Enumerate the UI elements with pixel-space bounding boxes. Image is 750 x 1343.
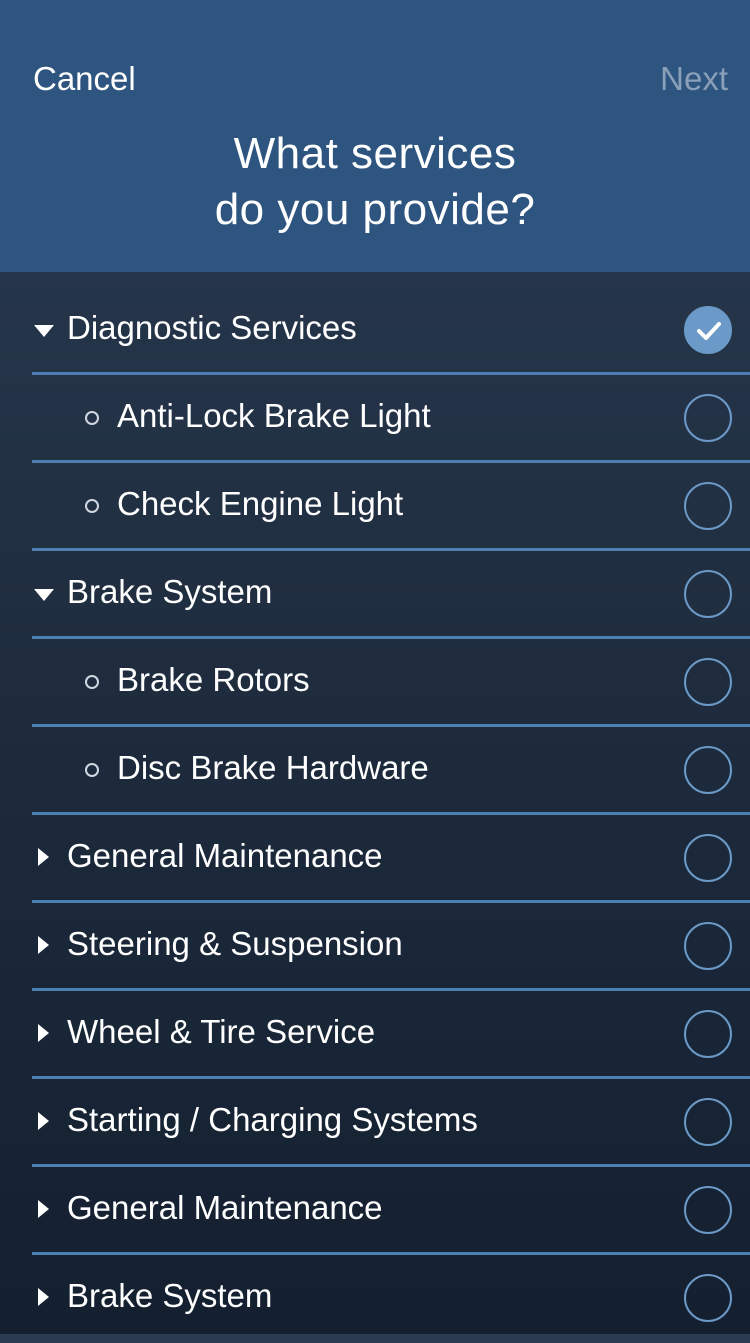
service-label: General Maintenance [67, 1189, 383, 1226]
service-category-row[interactable]: Wheel & Tire Service [0, 991, 750, 1079]
service-category-row[interactable]: Steering & Suspension [0, 903, 750, 991]
empty-circle-icon[interactable] [684, 394, 732, 442]
service-label: Steering & Suspension [67, 925, 403, 962]
service-label: Starting / Charging Systems [67, 1101, 478, 1138]
caret-right-icon[interactable] [38, 1024, 49, 1042]
bullet-icon [85, 411, 99, 425]
caret-down-icon[interactable] [34, 589, 54, 601]
service-label: General Maintenance [67, 837, 383, 874]
service-item-row[interactable]: Brake Rotors [0, 639, 750, 727]
service-category-row[interactable]: General Maintenance [0, 1167, 750, 1255]
service-label: Brake System [67, 1277, 273, 1314]
caret-right-icon[interactable] [38, 1200, 49, 1218]
bullet-icon [85, 763, 99, 777]
bullet-icon [85, 499, 99, 513]
service-item-row[interactable]: Anti-Lock Brake Light [0, 375, 750, 463]
empty-circle-icon[interactable] [684, 482, 732, 530]
empty-circle-icon[interactable] [684, 922, 732, 970]
service-category-row[interactable]: Brake System [0, 1255, 750, 1343]
checkmark-circle-icon[interactable] [684, 306, 732, 354]
service-item-row[interactable]: Check Engine Light [0, 463, 750, 551]
service-label: Anti-Lock Brake Light [117, 397, 431, 434]
empty-circle-icon[interactable] [684, 658, 732, 706]
empty-circle-icon[interactable] [684, 1186, 732, 1234]
empty-circle-icon[interactable] [684, 834, 732, 882]
service-label: Brake Rotors [117, 661, 310, 698]
title-line-2: do you provide? [214, 185, 536, 234]
caret-right-icon[interactable] [38, 1288, 49, 1306]
service-category-row[interactable]: Brake System [0, 551, 750, 639]
empty-circle-icon[interactable] [684, 1098, 732, 1146]
title-line-1: What services [233, 129, 517, 178]
service-label: Check Engine Light [117, 485, 404, 522]
service-item-row[interactable]: Disc Brake Hardware [0, 727, 750, 815]
header-bar: Cancel Next What services do you provide… [0, 0, 750, 272]
next-button[interactable]: Next [660, 60, 728, 98]
service-label: Diagnostic Services [67, 309, 357, 346]
caret-down-icon[interactable] [34, 325, 54, 337]
empty-circle-icon[interactable] [684, 1274, 732, 1322]
caret-right-icon[interactable] [38, 848, 49, 866]
page-title: What services do you provide? [0, 126, 750, 238]
service-label: Disc Brake Hardware [117, 749, 429, 786]
bullet-icon [85, 675, 99, 689]
empty-circle-icon[interactable] [684, 1010, 732, 1058]
cancel-button[interactable]: Cancel [33, 60, 136, 98]
service-category-row[interactable]: General Maintenance [0, 815, 750, 903]
service-label: Wheel & Tire Service [67, 1013, 376, 1050]
caret-right-icon[interactable] [38, 1112, 49, 1130]
empty-circle-icon[interactable] [684, 570, 732, 618]
caret-right-icon[interactable] [38, 936, 49, 954]
service-category-row[interactable]: Diagnostic Services [0, 287, 750, 375]
empty-circle-icon[interactable] [684, 746, 732, 794]
services-list: Diagnostic Services Anti-Lock Brake Light… [0, 287, 750, 1343]
service-label: Brake System [67, 573, 273, 610]
service-category-row[interactable]: Starting / Charging Systems [0, 1079, 750, 1167]
